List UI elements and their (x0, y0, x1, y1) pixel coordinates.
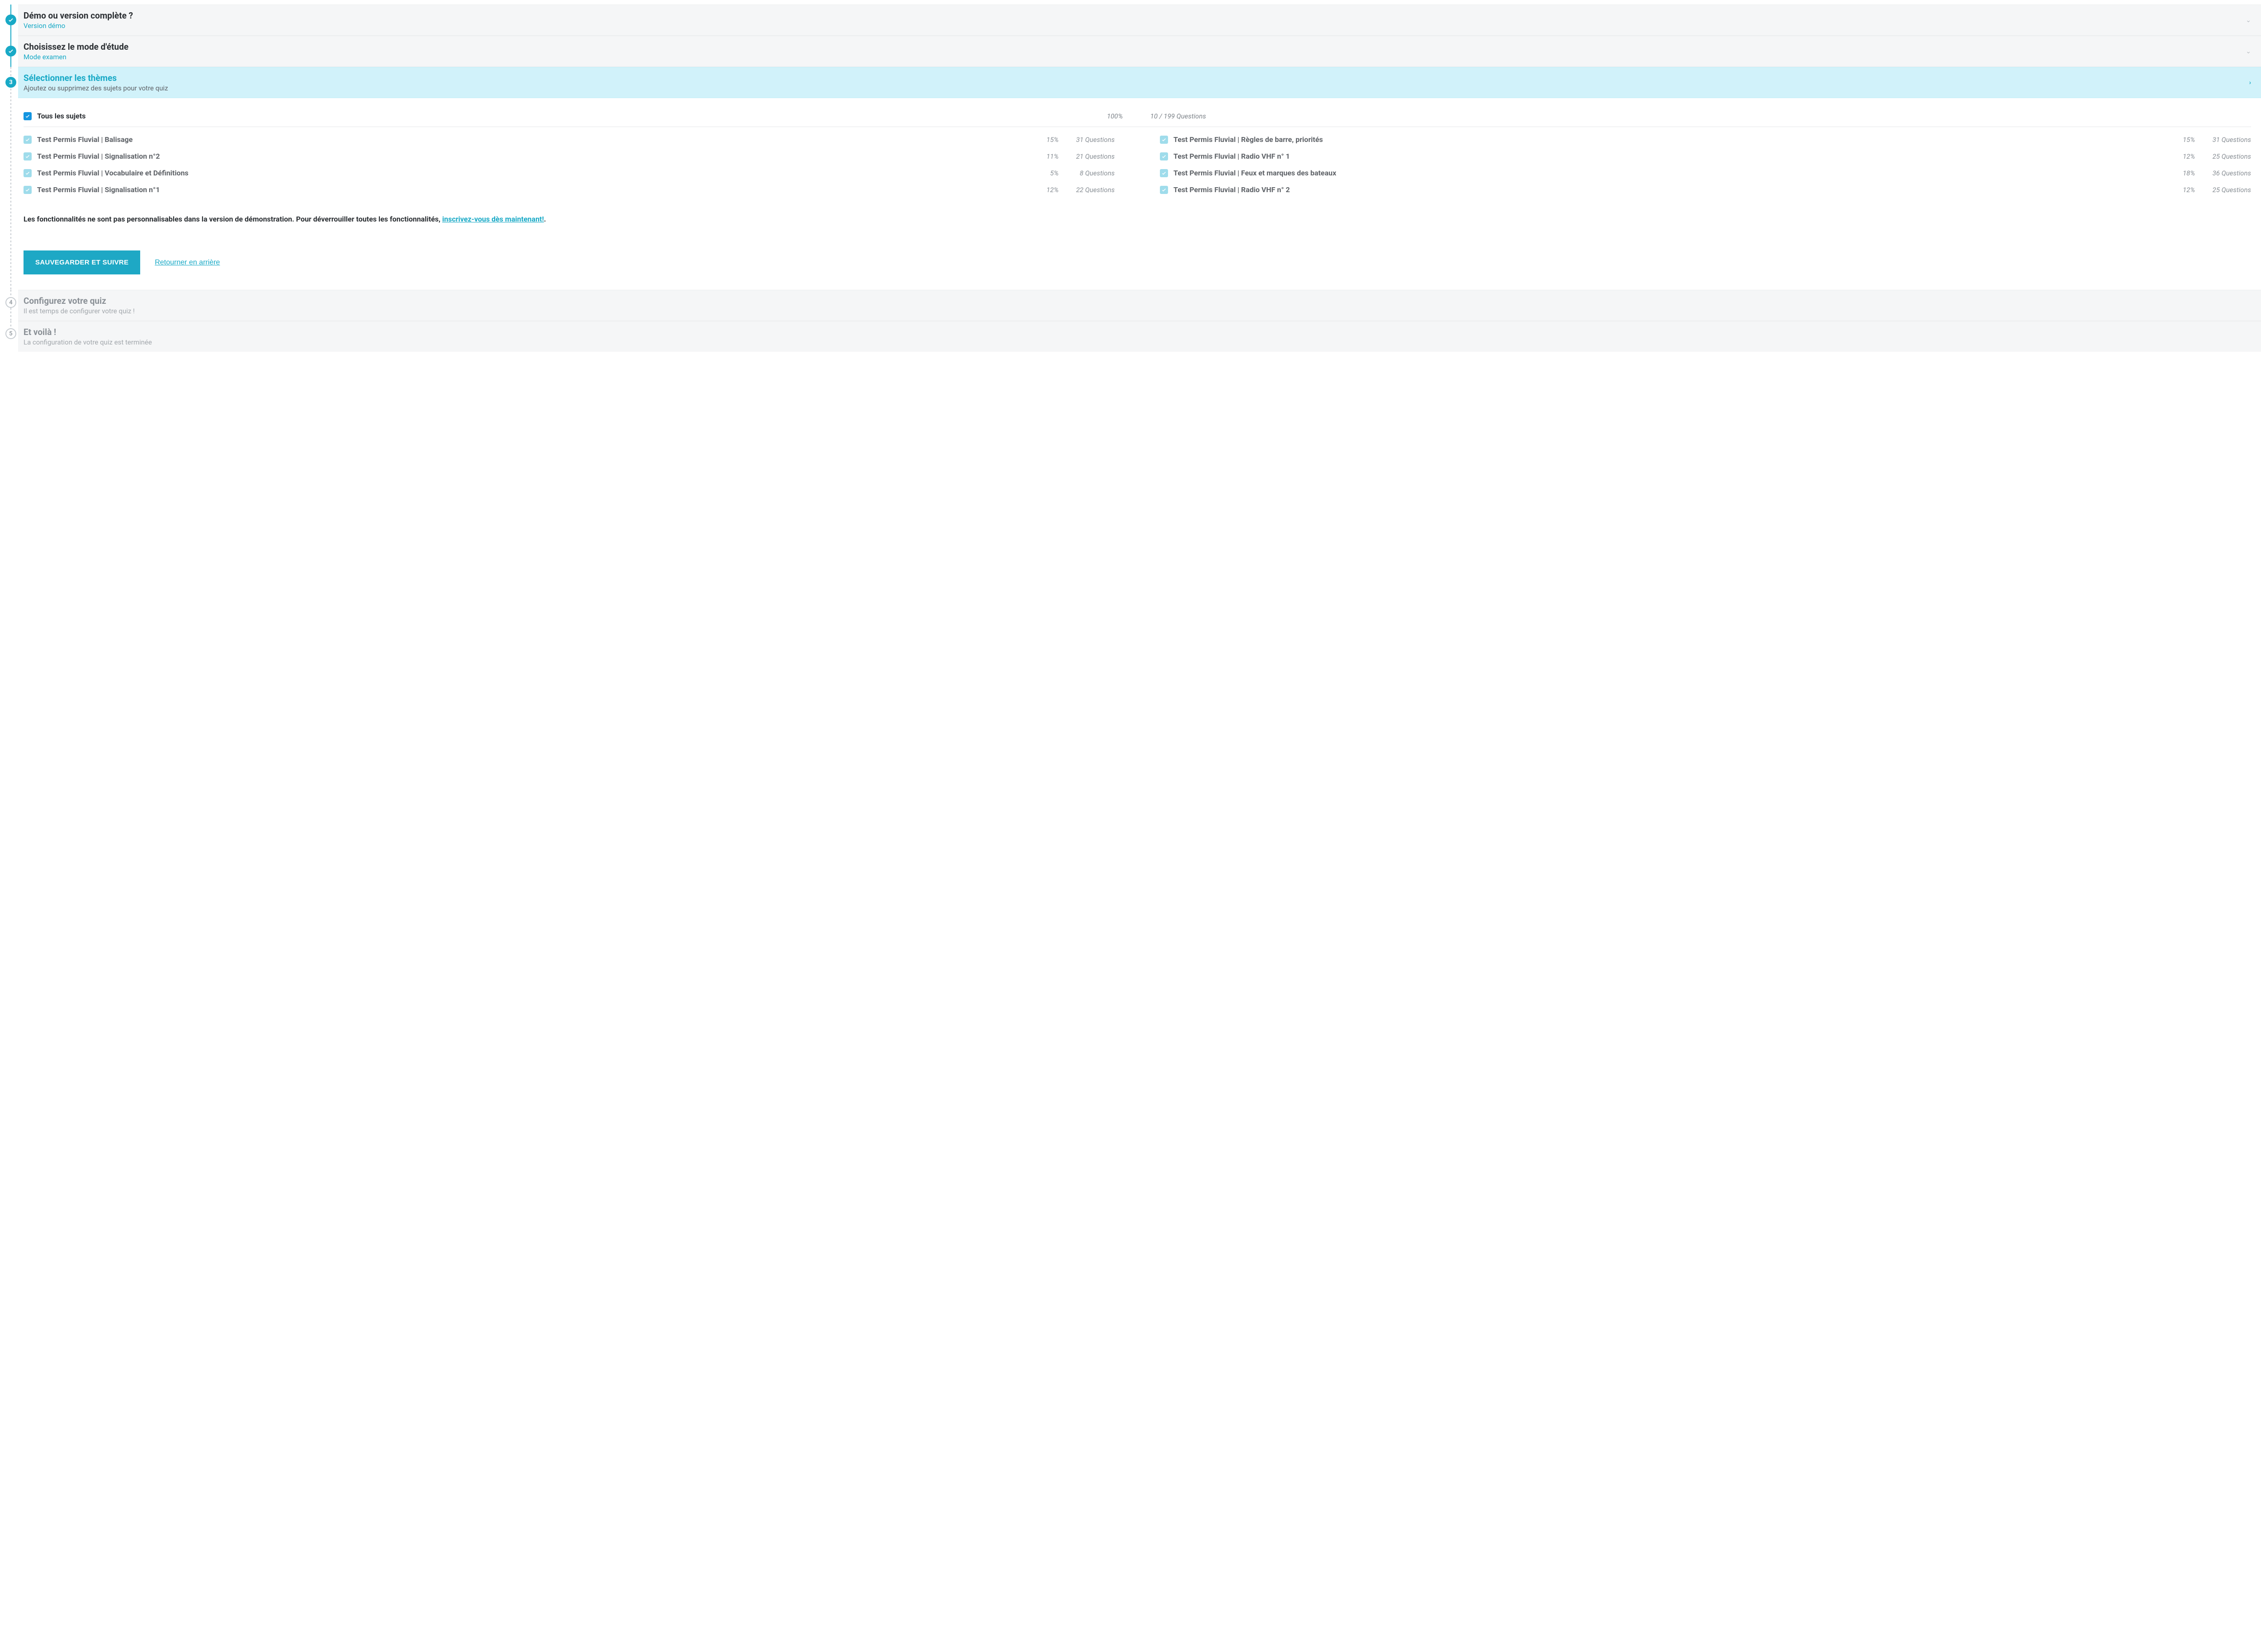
subject-row: Test Permis Fluvial | Vocabulaire et Déf… (24, 169, 1115, 177)
save-and-continue-button[interactable]: SAUVEGARDER ET SUIVRE (24, 250, 140, 274)
subject-count: 21 Questions (1060, 152, 1115, 160)
step-number: 5 (9, 330, 12, 337)
subject-row: Test Permis Fluvial | Radio VHF n° 212%2… (1160, 185, 2251, 194)
step-4: 4 Configurez votre quiz Il est temps de … (0, 290, 2261, 321)
subject-count: 25 Questions (2197, 152, 2251, 160)
check-icon (8, 17, 14, 23)
subject-label: Test Permis Fluvial | Feux et marques de… (1173, 169, 2166, 177)
all-subjects-pct: 100% (1082, 112, 1123, 120)
subject-row: Test Permis Fluvial | Feux et marques de… (1160, 169, 2251, 177)
subject-row: Test Permis Fluvial | Balisage15%31 Ques… (24, 135, 1115, 144)
step-subtitle: Ajoutez ou supprimez des sujets pour vot… (24, 84, 168, 92)
step-title: Et voilà ! (24, 327, 152, 337)
checkbox-subject[interactable] (1160, 186, 1168, 194)
step-marker-done (5, 46, 16, 57)
chevron-down-icon: ⌄ (2246, 48, 2251, 55)
subject-count: 8 Questions (1060, 169, 1115, 177)
subjects-col-right: Test Permis Fluvial | Règles de barre, p… (1160, 135, 2251, 194)
step-marker-pending: 5 (5, 328, 16, 339)
subject-label: Test Permis Fluvial | Signalisation n°2 (37, 152, 1030, 160)
checkbox-subject[interactable] (24, 152, 32, 160)
step-connector (10, 67, 11, 290)
subjects-grid: Test Permis Fluvial | Balisage15%31 Ques… (24, 135, 2251, 194)
check-icon (8, 48, 14, 54)
check-icon (1161, 154, 1167, 159)
subject-count: 22 Questions (1060, 186, 1115, 194)
step-marker-pending: 4 (5, 297, 16, 308)
subject-count: 31 Questions (1060, 136, 1115, 144)
chevron-right-icon: › (2249, 79, 2251, 86)
demo-note-text: Les fonctionnalités ne sont pas personna… (24, 215, 442, 223)
subject-pct: 15% (2168, 136, 2195, 144)
check-icon (1161, 137, 1167, 142)
step-header-5[interactable]: Et voilà ! La configuration de votre qui… (18, 321, 2261, 352)
subject-pct: 5% (1031, 169, 1059, 177)
step-header-4[interactable]: Configurez votre quiz Il est temps de co… (18, 290, 2261, 321)
check-icon (25, 154, 30, 159)
subject-row: Test Permis Fluvial | Radio VHF n° 112%2… (1160, 152, 2251, 160)
step-body: Tous les sujets 100% 10 / 199 Questions … (18, 98, 2261, 290)
check-icon (25, 187, 30, 193)
subject-row: Test Permis Fluvial | Signalisation n°21… (24, 152, 1115, 160)
step-number: 3 (9, 79, 12, 86)
subject-label: Test Permis Fluvial | Radio VHF n° 1 (1173, 152, 2166, 160)
signup-link[interactable]: inscrivez-vous dès maintenant! (442, 215, 544, 223)
subject-label: Test Permis Fluvial | Signalisation n°1 (37, 185, 1030, 194)
subject-pct: 18% (2168, 169, 2195, 177)
subject-count: 36 Questions (2197, 169, 2251, 177)
step-subtitle: Version démo (24, 22, 133, 30)
subject-pct: 11% (1031, 152, 1059, 160)
go-back-link[interactable]: Retourner en arrière (155, 259, 220, 267)
step-number: 4 (9, 299, 12, 306)
check-icon (1161, 170, 1167, 176)
step-2: Choisissez le mode d'étude Mode examen ⌄ (0, 36, 2261, 67)
subject-label: Test Permis Fluvial | Règles de barre, p… (1173, 135, 2166, 144)
step-header-1[interactable]: Démo ou version complète ? Version démo … (18, 5, 2261, 36)
step-subtitle: La configuration de votre quiz est termi… (24, 338, 152, 346)
step-subtitle: Mode examen (24, 53, 128, 61)
subject-pct: 12% (1031, 186, 1059, 194)
check-icon (1161, 187, 1167, 193)
step-title: Sélectionner les thèmes (24, 73, 168, 83)
demo-note-period: . (544, 215, 546, 223)
step-5: 5 Et voilà ! La configuration de votre q… (0, 321, 2261, 352)
checkbox-subject[interactable] (1160, 152, 1168, 160)
actions-row: SAUVEGARDER ET SUIVRE Retourner en arriè… (24, 250, 2251, 274)
check-icon (25, 137, 30, 142)
all-subjects-row: Tous les sujets 100% 10 / 199 Questions (24, 109, 2251, 127)
subject-row: Test Permis Fluvial | Règles de barre, p… (1160, 135, 2251, 144)
subject-row: Test Permis Fluvial | Signalisation n°11… (24, 185, 1115, 194)
check-icon (25, 113, 30, 119)
step-3: 3 Sélectionner les thèmes Ajoutez ou sup… (0, 67, 2261, 290)
step-title: Configurez votre quiz (24, 296, 135, 306)
subject-pct: 12% (2168, 186, 2195, 194)
step-1: Démo ou version complète ? Version démo … (0, 5, 2261, 36)
subject-pct: 12% (2168, 152, 2195, 160)
subject-label: Test Permis Fluvial | Radio VHF n° 2 (1173, 185, 2166, 194)
step-marker-done (5, 14, 16, 25)
subject-label: Test Permis Fluvial | Balisage (37, 135, 1030, 144)
subject-pct: 15% (1031, 136, 1059, 144)
subjects-col-left: Test Permis Fluvial | Balisage15%31 Ques… (24, 135, 1115, 194)
subject-label: Test Permis Fluvial | Vocabulaire et Déf… (37, 169, 1030, 177)
checkbox-subject[interactable] (1160, 169, 1168, 177)
chevron-down-icon: ⌄ (2246, 17, 2251, 24)
checkbox-subject[interactable] (24, 169, 32, 177)
subject-count: 25 Questions (2197, 186, 2251, 194)
checkbox-subject[interactable] (24, 136, 32, 144)
subject-count: 31 Questions (2197, 136, 2251, 144)
checkbox-subject[interactable] (24, 186, 32, 194)
demo-note: Les fonctionnalités ne sont pas personna… (24, 215, 2251, 223)
all-subjects-label: Tous les sujets (37, 112, 1080, 120)
step-header-3[interactable]: Sélectionner les thèmes Ajoutez ou suppr… (18, 67, 2261, 98)
all-subjects-count: 10 / 199 Questions (1125, 112, 1206, 120)
step-title: Choisissez le mode d'étude (24, 42, 128, 52)
step-title: Démo ou version complète ? (24, 10, 133, 21)
step-marker-current: 3 (5, 77, 16, 88)
checkbox-subject[interactable] (1160, 136, 1168, 144)
step-subtitle: Il est temps de configurer votre quiz ! (24, 307, 135, 315)
step-header-2[interactable]: Choisissez le mode d'étude Mode examen ⌄ (18, 36, 2261, 67)
checkbox-all-subjects[interactable] (24, 112, 32, 120)
check-icon (25, 170, 30, 176)
